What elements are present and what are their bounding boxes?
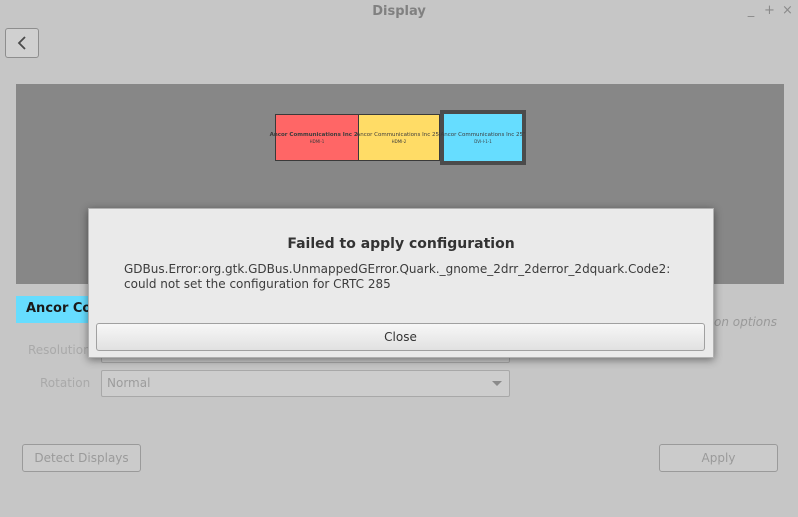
- dialog-title: Failed to apply configuration: [287, 236, 515, 252]
- dialog-message-line1: GDBus.Error:org.gtk.GDBus.UnmappedGError…: [124, 262, 671, 276]
- dialog-close-button[interactable]: Close: [96, 323, 705, 351]
- apply-button[interactable]: Apply: [659, 444, 778, 472]
- monitor-hdmi-2[interactable]: Ancor Communications Inc 25" HDMI-2: [356, 114, 442, 161]
- minimize-icon[interactable]: _: [746, 4, 756, 18]
- rotation-label: Rotation: [40, 376, 91, 390]
- monitor-port: DVI-I-1-1: [474, 138, 492, 144]
- chevron-left-icon: [17, 36, 26, 50]
- window-controls: _ + ×: [746, 4, 793, 18]
- monitor-port: HDMI-2: [391, 138, 407, 144]
- back-button[interactable]: [5, 28, 39, 58]
- window-title: Display: [372, 4, 426, 19]
- rotation-value: Normal: [107, 376, 151, 390]
- more-options-link[interactable]: tion options: [706, 315, 777, 329]
- monitor-name: Ancor Communications Inc 25": [440, 131, 526, 138]
- monitor-hdmi-1[interactable]: Ancor Communications Inc 25" HDMI-1: [270, 114, 364, 161]
- monitor-dvi-selected[interactable]: Ancor Communications Inc 25" DVI-I-1-1: [440, 110, 526, 165]
- chevron-down-icon: [492, 381, 502, 386]
- monitor-port: HDMI-1: [309, 138, 325, 144]
- maximize-icon[interactable]: +: [764, 4, 775, 18]
- window-titlebar: Display _ + ×: [0, 0, 798, 24]
- detect-displays-button[interactable]: Detect Displays: [22, 444, 141, 472]
- close-window-icon[interactable]: ×: [782, 4, 793, 18]
- resolution-label: Resolution: [28, 343, 91, 357]
- monitor-name: Ancor Communications Inc 25": [356, 131, 442, 138]
- error-dialog: Failed to apply configuration GDBus.Erro…: [88, 208, 714, 358]
- monitor-name: Ancor Communications Inc 25": [269, 131, 365, 138]
- rotation-select[interactable]: Normal: [101, 370, 510, 397]
- dialog-message: GDBus.Error:org.gtk.GDBus.UnmappedGError…: [124, 262, 694, 292]
- dialog-message-line2: could not set the configuration for CRTC…: [124, 277, 391, 291]
